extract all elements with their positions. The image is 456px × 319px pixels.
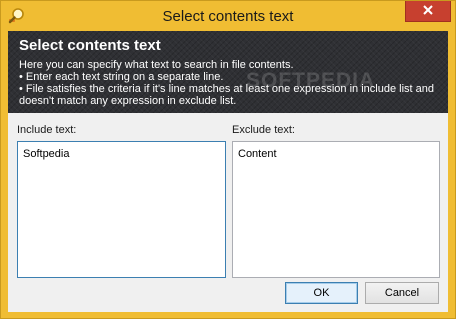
close-icon <box>422 2 434 20</box>
exclude-text-label: Exclude text: <box>232 124 295 136</box>
window-title: Select contents text <box>162 8 294 25</box>
banner-description-line: • File satisfies the criteria if it's li… <box>19 83 434 95</box>
include-text-field[interactable]: Softpedia <box>17 141 226 278</box>
ok-button[interactable]: OK <box>285 282 358 304</box>
close-button[interactable] <box>405 1 451 22</box>
exclude-text-value: Content <box>238 148 277 160</box>
banner-description-line: Here you can specify what text to search… <box>19 59 294 71</box>
dialog-body: SOFTPEDIA Select contents text Here you … <box>8 31 448 312</box>
banner-description-line: doesn't match any expression in exclude … <box>19 95 237 107</box>
include-text-value: Softpedia <box>23 148 70 160</box>
header-banner: SOFTPEDIA Select contents text Here you … <box>8 31 448 113</box>
title-bar[interactable]: Select contents text <box>1 1 455 31</box>
banner-description-line: • Enter each text string on a separate l… <box>19 71 224 83</box>
dialog-window: Select contents text SOFTPEDIA Select co… <box>0 0 456 319</box>
banner-title: Select contents text <box>19 37 161 54</box>
cancel-button[interactable]: Cancel <box>365 282 439 304</box>
exclude-text-field[interactable]: Content <box>232 141 440 278</box>
include-text-label: Include text: <box>17 124 77 136</box>
